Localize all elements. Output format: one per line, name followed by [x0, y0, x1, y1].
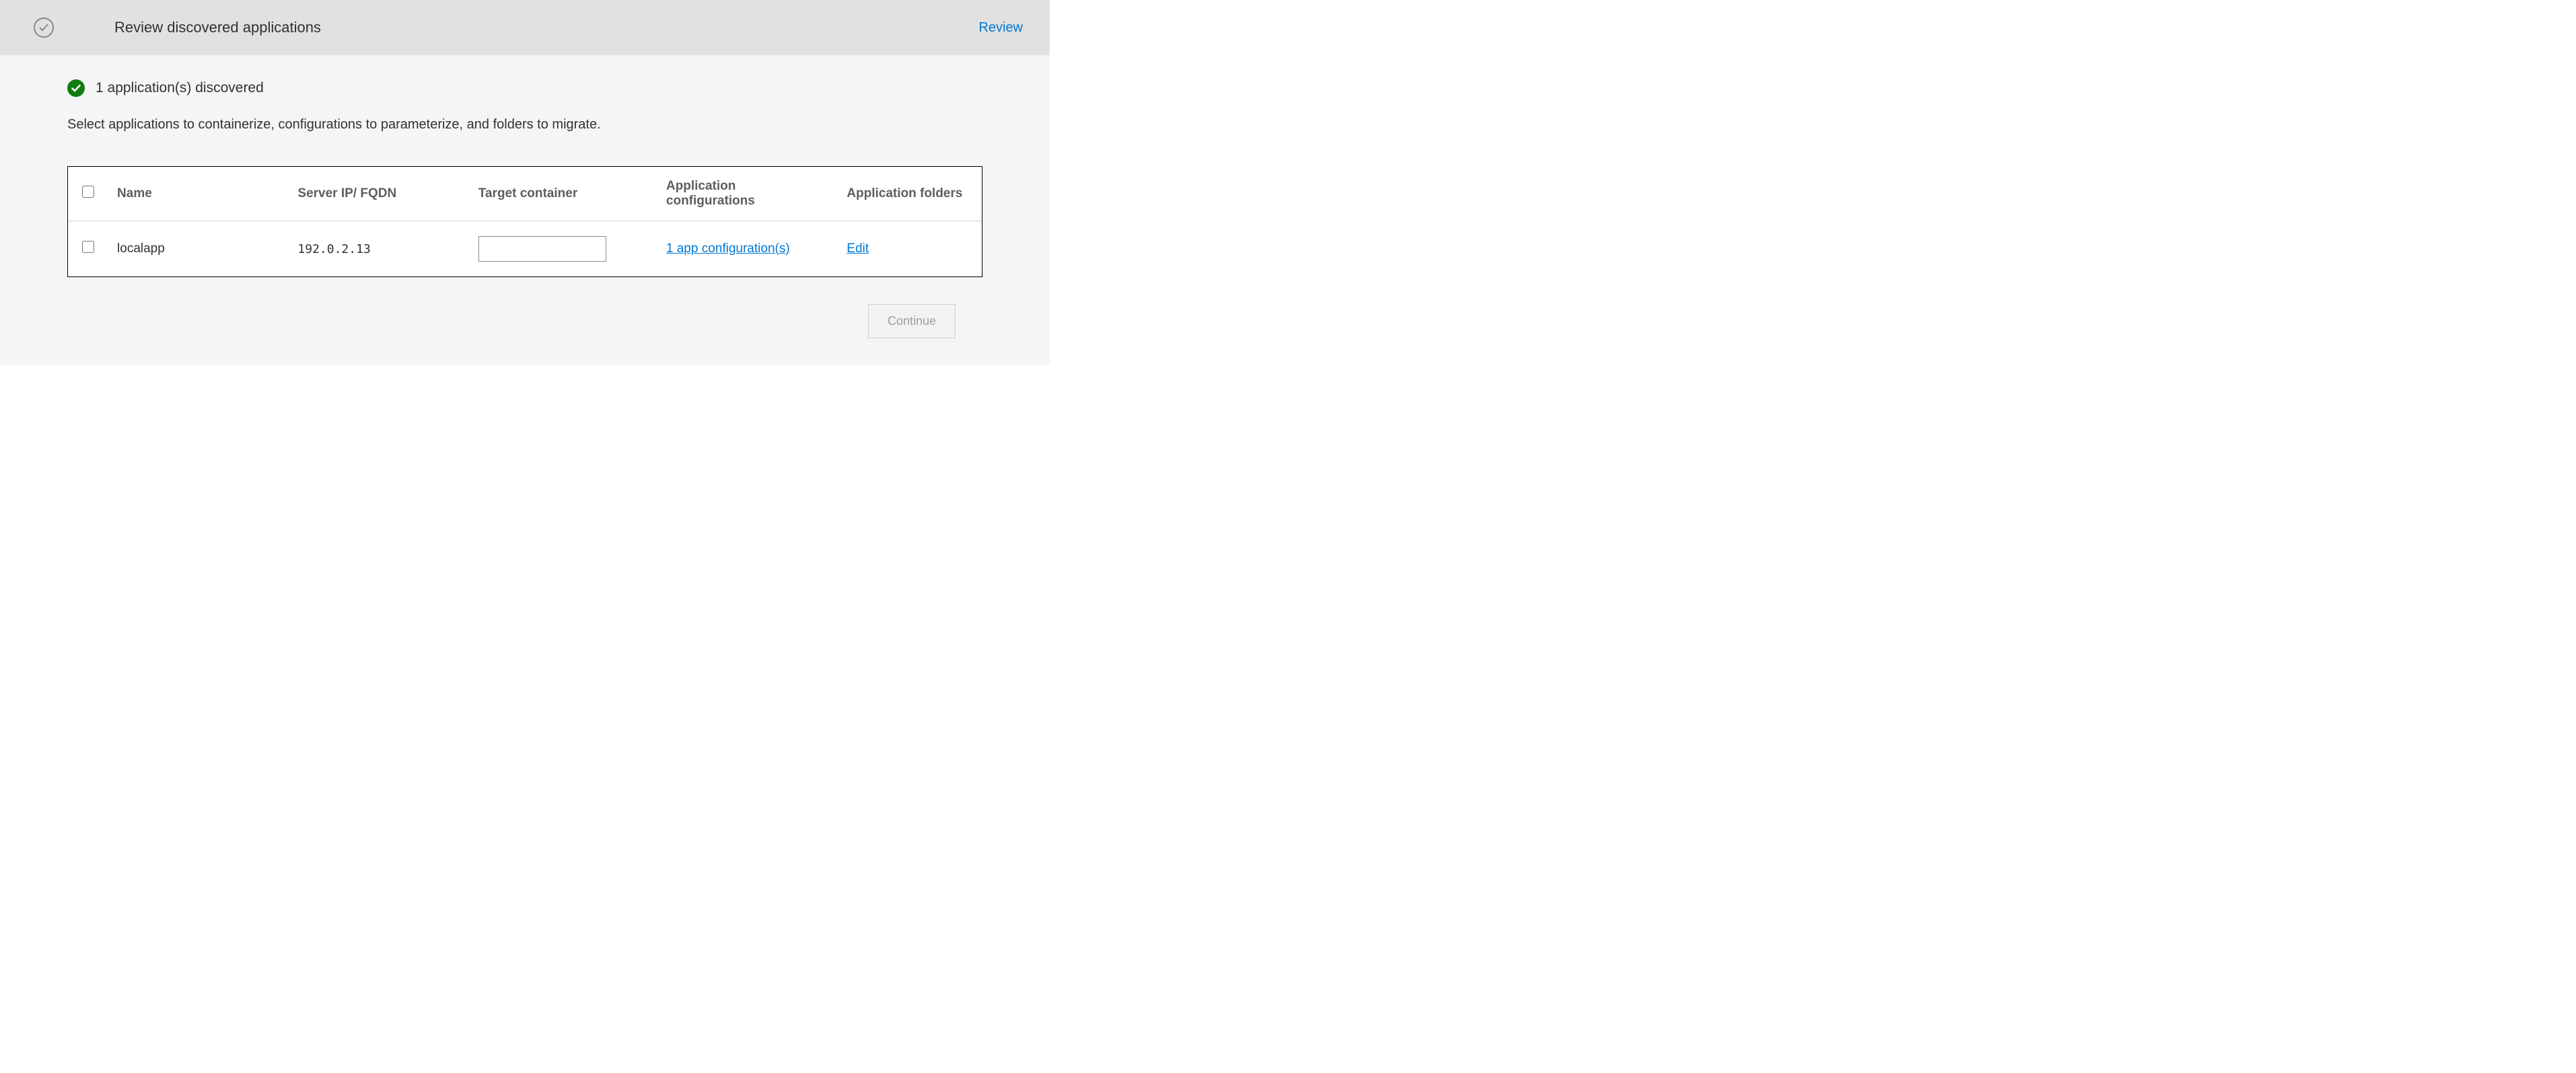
- table-row: localapp 192.0.2.13 1 app configuration(…: [68, 221, 982, 277]
- header-select-all: [68, 167, 108, 221]
- footer: Continue: [67, 277, 982, 338]
- header-target: Target container: [469, 167, 657, 221]
- status-row: 1 application(s) discovered: [67, 79, 982, 97]
- applications-table-wrap: Name Server IP/ FQDN Target container Ap…: [67, 166, 982, 277]
- cell-target: [469, 221, 657, 277]
- page-container: Review discovered applications Review 1 …: [0, 0, 1050, 365]
- target-container-input[interactable]: [478, 236, 606, 262]
- continue-button[interactable]: Continue: [868, 304, 956, 338]
- header-folders: Application folders: [837, 167, 982, 221]
- header-name: Name: [108, 167, 288, 221]
- app-configurations-link[interactable]: 1 app configuration(s): [666, 242, 790, 256]
- select-all-checkbox[interactable]: [82, 186, 94, 198]
- cell-name: localapp: [108, 221, 288, 277]
- header-ip: Server IP/ FQDN: [288, 167, 468, 221]
- review-link[interactable]: Review: [978, 20, 1023, 36]
- section-header: Review discovered applications Review: [0, 0, 1050, 55]
- cell-folders: Edit: [837, 221, 982, 277]
- cell-ip: 192.0.2.13: [288, 221, 468, 277]
- content-area: 1 application(s) discovered Select appli…: [0, 55, 1050, 338]
- header-config: Application configurations: [657, 167, 837, 221]
- row-checkbox[interactable]: [82, 241, 94, 253]
- status-text: 1 application(s) discovered: [96, 80, 264, 96]
- applications-table: Name Server IP/ FQDN Target container Ap…: [68, 167, 982, 276]
- instruction-text: Select applications to containerize, con…: [67, 117, 982, 133]
- checkmark-outline-icon: [34, 17, 54, 38]
- success-check-icon: [67, 79, 85, 97]
- edit-folders-link[interactable]: Edit: [847, 242, 869, 256]
- cell-config: 1 app configuration(s): [657, 221, 837, 277]
- section-title: Review discovered applications: [114, 19, 321, 36]
